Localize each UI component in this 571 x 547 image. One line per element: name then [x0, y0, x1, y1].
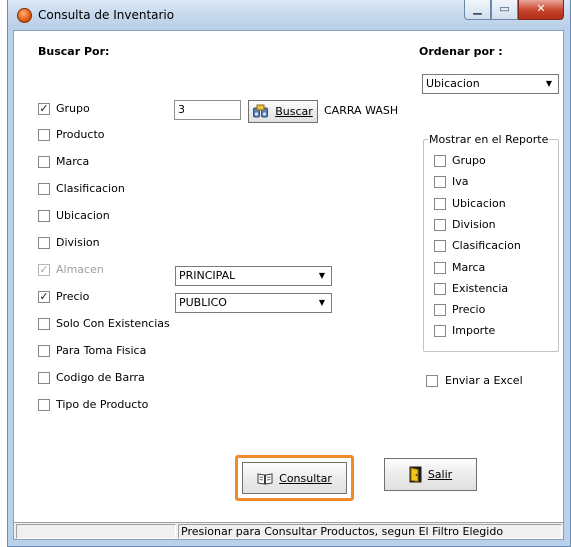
grupo-result: CARRA WASH — [324, 104, 399, 117]
report-column-checkbox[interactable] — [434, 261, 446, 274]
app-icon — [17, 8, 32, 23]
form-body: Buscar Por: ✓ Grupo Producto Marca Clasifica… — [13, 30, 564, 540]
report-column-label: Division — [452, 217, 496, 231]
binoculars-icon — [253, 104, 269, 118]
window-title: Consulta de Inventario — [38, 8, 175, 22]
status-message: Presionar para Consultar Productos, segu… — [178, 524, 562, 539]
criteria-label: Precio — [56, 290, 90, 303]
report-column-label: Existencia — [452, 281, 509, 295]
criteria-checkbox[interactable] — [38, 237, 50, 249]
report-column-label: Marca — [452, 260, 486, 274]
precio-value: PUBLICO — [179, 296, 227, 309]
report-column-label: Importe — [452, 324, 496, 338]
maximize-button[interactable]: ▭ — [491, 0, 518, 20]
criteria-checkbox: ✓ — [38, 263, 50, 276]
status-bar: Presionar para Consultar Productos, segu… — [14, 522, 563, 539]
enviar-excel-checkbox[interactable] — [426, 375, 438, 387]
criteria-label: Producto — [56, 128, 105, 141]
report-column-label: Precio — [452, 303, 486, 317]
criteria-label: Grupo — [56, 102, 90, 115]
criteria-label: Almacen — [56, 263, 104, 276]
chevron-down-icon: ▼ — [545, 79, 553, 88]
criteria-checkbox[interactable] — [38, 318, 50, 330]
buscar-label: Buscar — [275, 105, 313, 118]
criteria-checkbox[interactable] — [38, 183, 50, 195]
minimize-button[interactable]: ▁ — [464, 0, 491, 20]
order-select[interactable]: Ubicacion ▼ — [422, 74, 559, 94]
report-column-label: Grupo — [452, 154, 486, 167]
criteria-checkbox[interactable] — [38, 156, 50, 168]
consultar-label: Consultar — [279, 471, 332, 485]
criteria-label: Ubicacion — [56, 209, 110, 222]
enviar-excel-label: Enviar a Excel — [445, 374, 523, 387]
chevron-down-icon: ▼ — [318, 271, 326, 280]
title-bar[interactable]: Consulta de Inventario ▁ ▭ ✕ — [8, 0, 570, 30]
report-column-checkbox[interactable] — [434, 176, 446, 189]
grupo-input[interactable]: 3 — [174, 100, 241, 120]
report-column-label: Iva — [452, 175, 469, 189]
search-heading: Buscar Por: — [38, 45, 110, 58]
criteria-checkbox[interactable]: ✓ — [38, 291, 50, 303]
close-button[interactable]: ✕ — [518, 0, 564, 20]
criteria-label: Clasificacion — [56, 182, 125, 195]
criteria-checkbox[interactable] — [38, 399, 50, 411]
almacen-select[interactable]: PRINCIPAL ▼ — [175, 266, 332, 286]
precio-select[interactable]: PUBLICO ▼ — [175, 293, 332, 313]
report-column-label: Ubicacion — [452, 196, 506, 210]
exit-door-icon — [409, 466, 422, 483]
report-column-checkbox[interactable] — [434, 218, 446, 231]
window-controls: ▁ ▭ ✕ — [464, 0, 564, 20]
order-heading: Ordenar por : — [419, 45, 503, 58]
criteria-checkbox[interactable] — [38, 210, 50, 222]
almacen-value: PRINCIPAL — [179, 269, 236, 282]
report-column-checkbox[interactable] — [434, 282, 446, 295]
criteria-label: Tipo de Producto — [56, 398, 149, 411]
consultar-button[interactable]: Consultar — [242, 462, 347, 494]
report-column-checkbox[interactable] — [434, 240, 446, 253]
criteria-label: Solo Con Existencias — [56, 317, 170, 330]
criteria-checkbox[interactable] — [38, 372, 50, 384]
criteria-checkbox[interactable] — [38, 129, 50, 141]
inventory-window: Consulta de Inventario ▁ ▭ ✕ Buscar Por:… — [7, 0, 571, 547]
report-column-label: Clasificacion — [452, 239, 521, 253]
criteria-label: Marca — [56, 155, 90, 168]
book-icon — [257, 472, 273, 485]
status-panel-empty — [16, 524, 176, 539]
criteria-label: Codigo de Barra — [56, 371, 145, 384]
report-groupbox: Mostrar en el Reporte Grupo Iva Ubicacion D… — [423, 133, 559, 352]
salir-button[interactable]: Salir — [384, 458, 477, 491]
report-column-checkbox[interactable] — [434, 197, 446, 210]
chevron-down-icon: ▼ — [318, 298, 326, 307]
order-value: Ubicacion — [426, 77, 480, 90]
report-column-checkbox[interactable] — [434, 155, 446, 167]
report-column-checkbox[interactable] — [434, 304, 446, 317]
criteria-label: Division — [56, 236, 100, 249]
buscar-button[interactable]: Buscar — [248, 100, 318, 123]
report-groupbox-title: Mostrar en el Reporte — [428, 133, 550, 146]
criteria-checkbox[interactable]: ✓ — [38, 103, 50, 115]
criteria-checkbox[interactable] — [38, 345, 50, 357]
salir-label: Salir — [427, 468, 453, 481]
criteria-label: Para Toma Fisica — [56, 344, 147, 357]
report-column-checkbox[interactable] — [434, 325, 446, 338]
